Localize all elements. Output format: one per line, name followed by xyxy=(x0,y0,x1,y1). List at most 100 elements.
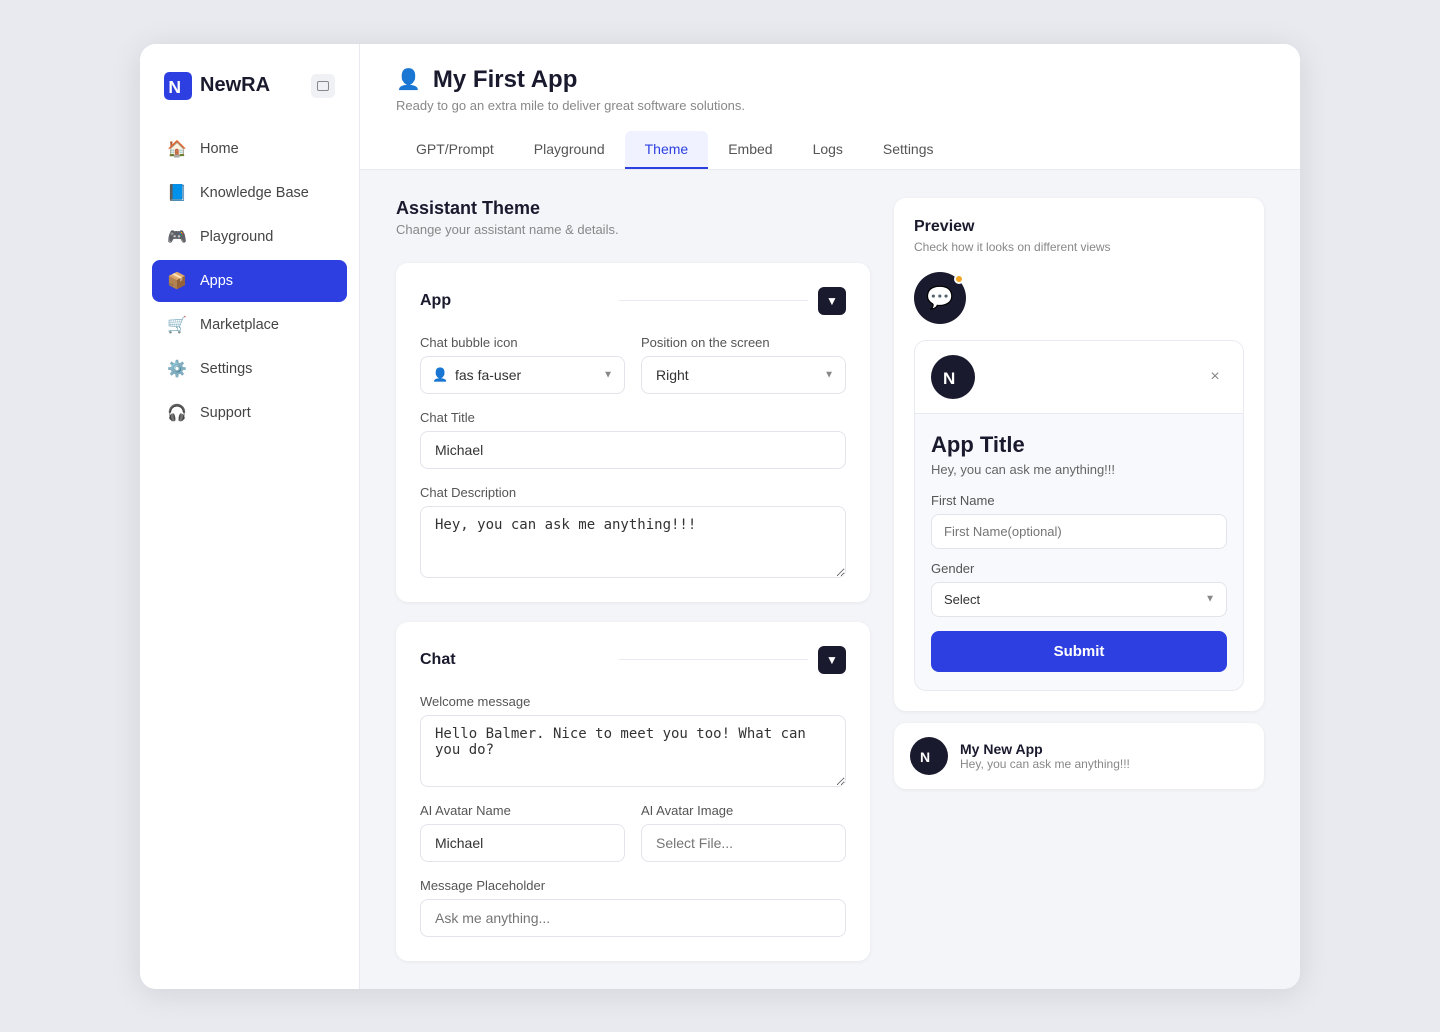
chat-window-header: N × xyxy=(915,341,1243,414)
sidebar-item-label: Support xyxy=(200,405,251,421)
sidebar-item-marketplace[interactable]: 🛒 Marketplace xyxy=(152,304,347,346)
sidebar: N NewRA 🏠 Home 📘 Knowledge Base 🎮 Playgr… xyxy=(140,44,360,989)
first-name-input[interactable] xyxy=(931,514,1227,549)
chat-bubble-icon-label: Chat bubble icon xyxy=(420,335,625,350)
chat-bubble-icon-select[interactable]: fas fa-user fas fa-comment fas fa-robot xyxy=(420,356,625,394)
avatar-row: AI Avatar Name AI Avatar Image xyxy=(420,803,846,862)
page-title: My First App xyxy=(433,66,577,94)
gender-label: Gender xyxy=(931,561,1227,576)
preview-title: Preview xyxy=(914,218,1244,236)
chat-section-toggle[interactable]: ▼ xyxy=(818,646,846,674)
message-placeholder-group: Message Placeholder xyxy=(420,878,846,937)
message-placeholder-label: Message Placeholder xyxy=(420,878,846,893)
sidebar-item-knowledge-base[interactable]: 📘 Knowledge Base xyxy=(152,172,347,214)
sidebar-item-support[interactable]: 🎧 Support xyxy=(152,392,347,434)
chat-close-button[interactable]: × xyxy=(1203,365,1227,389)
app-section-header: App ▼ xyxy=(420,287,846,315)
chat-app-description: Hey, you can ask me anything!!! xyxy=(931,462,1227,477)
svg-text:N: N xyxy=(943,369,955,388)
chat-section-header: Chat ▼ xyxy=(420,646,846,674)
ai-avatar-name-input[interactable] xyxy=(420,824,625,862)
ai-avatar-image-input[interactable] xyxy=(641,824,846,862)
tab-theme[interactable]: Theme xyxy=(625,131,709,169)
svg-text:N: N xyxy=(168,77,181,97)
bottom-app-preview: N My New App Hey, you can ask me anythin… xyxy=(894,723,1264,789)
chat-title-label: Chat Title xyxy=(420,410,846,425)
chat-section-divider xyxy=(619,659,808,660)
app-section-toggle[interactable]: ▼ xyxy=(818,287,846,315)
chat-window-body: App Title Hey, you can ask me anything!!… xyxy=(915,414,1243,690)
ai-avatar-name-group: AI Avatar Name xyxy=(420,803,625,862)
preview-subtitle: Check how it looks on different views xyxy=(914,240,1244,254)
chat-window-preview: N × App Title Hey, you can ask me anythi… xyxy=(914,340,1244,691)
sidebar-item-apps[interactable]: 📦 Apps xyxy=(152,260,347,302)
chat-section-card: Chat ▼ Welcome message Hello Balmer. Nic… xyxy=(396,622,870,961)
position-label: Position on the screen xyxy=(641,335,846,350)
left-panel: Assistant Theme Change your assistant na… xyxy=(396,198,870,961)
preview-card: Preview Check how it looks on different … xyxy=(894,198,1264,711)
tab-embed[interactable]: Embed xyxy=(708,131,792,169)
chat-bubble-icon-group: Chat bubble icon 👤 fas fa-user fas fa-co… xyxy=(420,335,625,394)
top-header: 👤 My First App Ready to go an extra mile… xyxy=(360,44,1300,170)
sidebar-menu-button[interactable] xyxy=(311,74,335,98)
chat-description-group: Chat Description Hey, you can ask me any… xyxy=(420,485,846,578)
welcome-message-input[interactable]: Hello Balmer. Nice to meet you too! What… xyxy=(420,715,846,787)
chat-bubble-icon-select-wrapper: 👤 fas fa-user fas fa-comment fas fa-robo… xyxy=(420,356,625,394)
sidebar-item-label: Settings xyxy=(200,361,252,377)
bubble-icon-prefix: 👤 xyxy=(432,367,448,383)
sidebar-logo: N NewRA xyxy=(140,72,359,128)
brand-name: NewRA xyxy=(200,74,270,97)
chat-title-group: Chat Title xyxy=(420,410,846,469)
tab-logs[interactable]: Logs xyxy=(793,131,863,169)
newra-logo-icon: N xyxy=(164,72,192,100)
position-select[interactable]: Right Left xyxy=(641,356,846,394)
chat-description-label: Chat Description xyxy=(420,485,846,500)
chat-description-input[interactable]: Hey, you can ask me anything!!! xyxy=(420,506,846,578)
bottom-app-info: My New App Hey, you can ask me anything!… xyxy=(960,741,1130,771)
position-group: Position on the screen Right Left xyxy=(641,335,846,394)
submit-button[interactable]: Submit xyxy=(931,631,1227,672)
sidebar-item-label: Home xyxy=(200,141,239,157)
welcome-message-label: Welcome message xyxy=(420,694,846,709)
assistant-theme-subtitle: Change your assistant name & details. xyxy=(396,222,870,237)
menu-icon xyxy=(317,81,329,91)
ai-avatar-image-group: AI Avatar Image xyxy=(641,803,846,862)
app-header: 👤 My First App xyxy=(396,66,1264,94)
gender-select-wrapper: Select Male Female Other xyxy=(931,582,1227,617)
gender-select[interactable]: Select Male Female Other xyxy=(931,582,1227,617)
main-content: 👤 My First App Ready to go an extra mile… xyxy=(360,44,1300,989)
position-select-wrapper: Right Left xyxy=(641,356,846,394)
section-divider xyxy=(619,300,808,301)
right-panel: Preview Check how it looks on different … xyxy=(894,198,1264,961)
marketplace-icon: 🛒 xyxy=(166,314,188,336)
sidebar-item-settings[interactable]: ⚙️ Settings xyxy=(152,348,347,390)
bottom-app-name: My New App xyxy=(960,741,1130,757)
ai-avatar-image-label: AI Avatar Image xyxy=(641,803,846,818)
app-subtitle: Ready to go an extra mile to deliver gre… xyxy=(396,98,1264,113)
app-header-icon: 👤 xyxy=(396,67,421,92)
svg-text:N: N xyxy=(920,749,930,765)
bubble-position-row: Chat bubble icon 👤 fas fa-user fas fa-co… xyxy=(420,335,846,394)
sidebar-item-playground[interactable]: 🎮 Playground xyxy=(152,216,347,258)
apps-icon: 📦 xyxy=(166,270,188,292)
ai-avatar-name-label: AI Avatar Name xyxy=(420,803,625,818)
playground-icon: 🎮 xyxy=(166,226,188,248)
assistant-theme-title: Assistant Theme xyxy=(396,198,870,219)
chat-bubble-preview[interactable]: 💬 xyxy=(914,272,966,324)
app-section-card: App ▼ Chat bubble icon 👤 fas fa-user fas xyxy=(396,263,870,602)
tab-playground[interactable]: Playground xyxy=(514,131,625,169)
sidebar-item-label: Playground xyxy=(200,229,273,245)
tab-settings[interactable]: Settings xyxy=(863,131,954,169)
message-placeholder-input[interactable] xyxy=(420,899,846,937)
notification-dot xyxy=(954,274,964,284)
bottom-app-avatar: N xyxy=(910,737,948,775)
chat-title-input[interactable] xyxy=(420,431,846,469)
support-icon: 🎧 xyxy=(166,402,188,424)
sidebar-item-home[interactable]: 🏠 Home xyxy=(152,128,347,170)
welcome-message-group: Welcome message Hello Balmer. Nice to me… xyxy=(420,694,846,787)
knowledge-base-icon: 📘 xyxy=(166,182,188,204)
chat-avatar: N xyxy=(931,355,975,399)
bubble-chat-icon: 💬 xyxy=(926,285,953,311)
first-name-label: First Name xyxy=(931,493,1227,508)
tab-gpt[interactable]: GPT/Prompt xyxy=(396,131,514,169)
